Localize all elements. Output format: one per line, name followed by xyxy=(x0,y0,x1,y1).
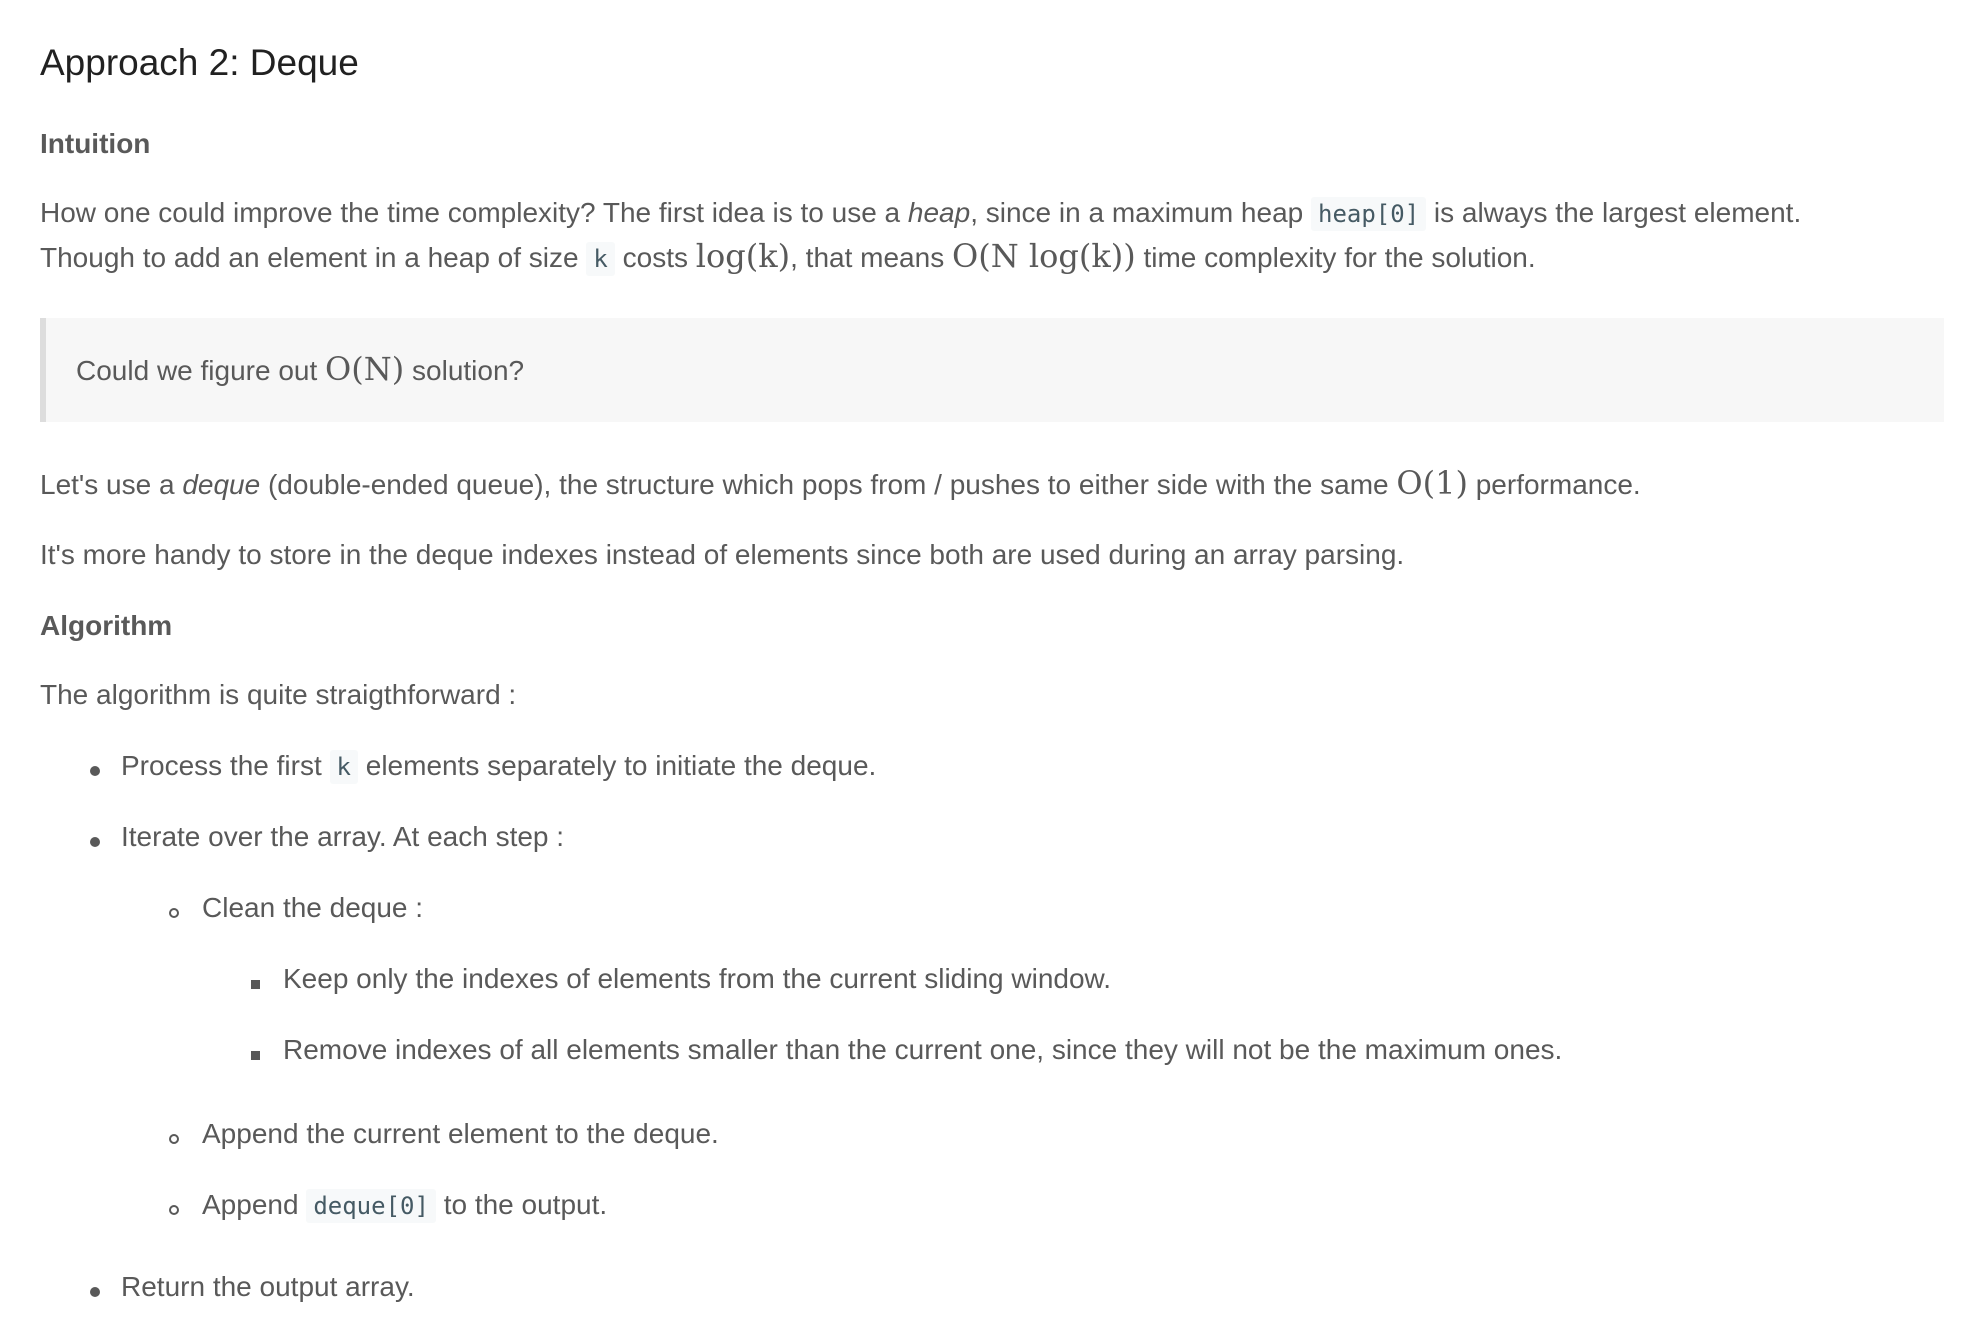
circle-bullet-icon xyxy=(169,1134,179,1144)
math-o-1: O(1) xyxy=(1396,464,1468,502)
emphasis-deque: deque xyxy=(182,469,261,500)
text: costs xyxy=(614,242,696,273)
text: , that means xyxy=(790,242,952,273)
algorithm-heading: Algorithm xyxy=(40,610,173,641)
square-bullet-icon xyxy=(251,1051,260,1060)
intuition-heading: Intuition xyxy=(40,128,151,159)
text: , since in a maximum heap xyxy=(970,197,1311,228)
list-item: Process the first k elements separately … xyxy=(121,745,876,788)
disc-bullet-icon xyxy=(90,837,100,847)
list-item: Iterate over the array. At each step : xyxy=(121,821,565,852)
circle-bullet-icon xyxy=(169,1205,179,1215)
text: How one could improve the time complexit… xyxy=(40,197,908,228)
text: elements separately to initiate the dequ… xyxy=(357,750,877,781)
text: Though to add an element in a heap of si… xyxy=(40,242,587,273)
sub-sub-list-item: Remove indexes of all elements smaller t… xyxy=(283,1034,1563,1065)
text: Append xyxy=(202,1189,307,1220)
text: is always the largest element. xyxy=(1426,197,1802,228)
text: Process the first xyxy=(121,750,330,781)
text: Let's use a xyxy=(40,469,183,500)
math-log-k: log(k) xyxy=(695,237,791,275)
square-bullet-icon xyxy=(251,980,260,989)
algorithm-intro: The algorithm is quite straigthforward : xyxy=(40,679,517,710)
callout-text: Could we figure out O(N) solution? xyxy=(76,348,524,392)
sub-list-item: Clean the deque : xyxy=(202,892,424,923)
inline-code-heap0: heap[0] xyxy=(1311,197,1427,231)
text: to the output. xyxy=(435,1189,608,1220)
list-item: Return the output array. xyxy=(121,1271,415,1302)
math-o-n: O(N) xyxy=(325,350,405,388)
text: (double-ended queue), the structure whic… xyxy=(260,469,1397,500)
math-n-log-k: O(N log(k)) xyxy=(951,237,1136,275)
text: solution? xyxy=(404,355,525,386)
sub-list-item: Append deque[0] to the output. xyxy=(202,1184,607,1227)
text: Could we figure out xyxy=(76,355,326,386)
sub-sub-list-item: Keep only the indexes of elements from t… xyxy=(283,963,1112,994)
deque-paragraph: Let's use a deque (double-ended queue), … xyxy=(40,462,1641,506)
callout-blockquote: Could we figure out O(N) solution? xyxy=(40,318,1944,422)
text: time complexity for the solution. xyxy=(1135,242,1536,273)
inline-code-k: k xyxy=(586,242,615,276)
inline-code-deque0: deque[0] xyxy=(306,1189,436,1223)
circle-bullet-icon xyxy=(169,908,179,918)
text: performance. xyxy=(1467,469,1641,500)
intuition-paragraph-2: Though to add an element in a heap of si… xyxy=(40,235,1536,280)
emphasis-heap: heap xyxy=(907,197,971,228)
section-title: Approach 2: Deque xyxy=(40,42,359,83)
intuition-paragraph-1: How one could improve the time complexit… xyxy=(40,192,1801,235)
inline-code-k: k xyxy=(329,750,358,784)
disc-bullet-icon xyxy=(90,766,100,776)
indexes-paragraph: It's more handy to store in the deque in… xyxy=(40,539,1405,570)
sub-list-item: Append the current element to the deque. xyxy=(202,1118,719,1149)
disc-bullet-icon xyxy=(90,1287,100,1297)
